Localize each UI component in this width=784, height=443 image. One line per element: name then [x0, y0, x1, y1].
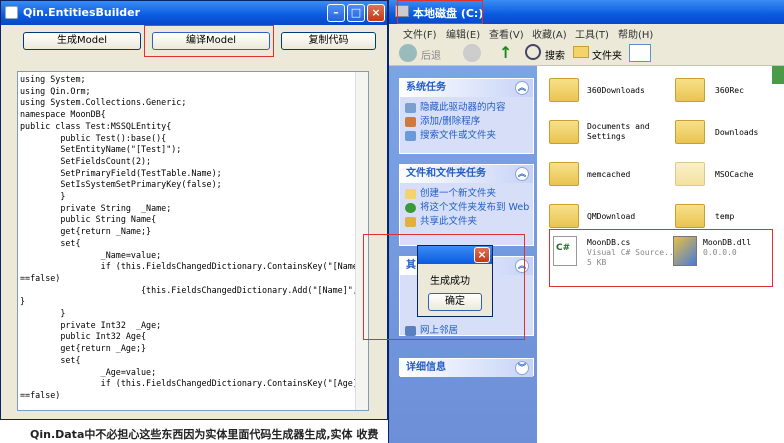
- programs-icon: [405, 117, 416, 127]
- code-line: get{return _Age;}: [20, 343, 147, 354]
- generate-model-button[interactable]: 生成Model: [23, 32, 141, 50]
- caption-text-strip: Qin.Data中不必担心这些东西因为实体里面代码生成器生成,实体 收费: [0, 420, 388, 443]
- builder-title-bar[interactable]: Qin.EntitiesBuilder – □ ×: [1, 1, 387, 25]
- search-files-link[interactable]: 搜索文件或文件夹: [400, 130, 533, 142]
- search-label[interactable]: 搜索: [545, 47, 565, 62]
- share-folder-link[interactable]: 共享此文件夹: [400, 216, 533, 228]
- menu-file[interactable]: 文件(F): [403, 26, 437, 41]
- dialog-message: 生成成功: [430, 276, 470, 287]
- highlight-box: [144, 25, 274, 57]
- publish-web-link[interactable]: 将这个文件夹发布到 Web: [400, 202, 533, 214]
- share-icon: [405, 217, 416, 227]
- code-line: SetPrimaryField(TestTable.Name);: [20, 167, 222, 178]
- ok-button[interactable]: 确定: [428, 293, 482, 311]
- dialog-close-icon[interactable]: ×: [474, 247, 490, 263]
- code-line: SetEntityName("[Test]");: [20, 144, 182, 155]
- menu-help[interactable]: 帮助(H): [618, 26, 653, 41]
- title-highlight-box: [397, 0, 483, 24]
- code-line: namespace MoonDB{: [20, 109, 106, 120]
- folder-icon: [549, 120, 579, 144]
- hide-drive-link[interactable]: 隐藏此驱动器的内容: [400, 102, 533, 114]
- folders-icon[interactable]: [573, 46, 589, 58]
- code-line: using System.Collections.Generic;: [20, 97, 187, 108]
- menu-tools[interactable]: 工具(T): [575, 26, 609, 41]
- close-icon[interactable]: ×: [367, 4, 385, 22]
- back-arrow-icon[interactable]: [399, 44, 417, 62]
- code-line: set{: [20, 237, 81, 248]
- code-line: }: [20, 308, 66, 319]
- code-line: _Age=value;: [20, 366, 157, 377]
- dll-file-icon: [673, 236, 697, 266]
- file-tasks-header[interactable]: 文件和文件夹任务 ︽: [400, 165, 533, 183]
- collapse-icon[interactable]: ︽: [515, 81, 529, 95]
- folder-icon: [675, 204, 705, 228]
- globe-icon: [405, 203, 416, 213]
- code-line: SetIsSystemSetPrimaryKey(false);: [20, 179, 222, 190]
- explorer-window: 本地磁盘 (C:) 文件(F) 编辑(E) 查看(V) 收藏(A) 工具(T) …: [363, 0, 784, 443]
- toolbar: 后退 ↑ 搜索 文件夹: [389, 40, 784, 66]
- add-remove-link[interactable]: 添加/删除程序: [400, 116, 533, 128]
- code-line: if (this.FieldsChangedDictionary.Contain…: [20, 261, 369, 272]
- new-folder-icon: [405, 189, 416, 199]
- code-line: ==false): [20, 272, 61, 283]
- search-icon: [405, 131, 416, 141]
- side-tab-icon[interactable]: [772, 66, 784, 84]
- file-list: 360Downloads 360Rec Documents and Settin…: [539, 66, 784, 443]
- copy-code-button[interactable]: 复制代码: [281, 32, 376, 50]
- views-icon[interactable]: [629, 44, 651, 62]
- system-tasks-header[interactable]: 系统任务 ︽: [400, 79, 533, 97]
- search-icon[interactable]: [525, 44, 541, 60]
- menu-edit[interactable]: 编辑(E): [446, 26, 480, 41]
- code-line: {this.FieldsChangedDictionary.Add("[Name…: [20, 284, 369, 295]
- code-line: SetFieldsCount(2);: [20, 155, 152, 166]
- menu-view[interactable]: 查看(V): [489, 26, 524, 41]
- folder-icon: [549, 162, 579, 186]
- back-label[interactable]: 后退: [421, 47, 441, 62]
- minimize-icon[interactable]: –: [327, 4, 345, 22]
- code-line: ==false): [20, 389, 61, 400]
- folder-icon: [549, 204, 579, 228]
- folder-icon: [675, 120, 705, 144]
- code-line: private Int32 _Age;: [20, 319, 162, 330]
- collapse-icon[interactable]: ︽: [515, 167, 529, 181]
- code-line: using Qin.Orm;: [20, 85, 91, 96]
- code-line: }: [20, 191, 66, 202]
- details-panel: 详细信息 ︾: [399, 358, 534, 377]
- code-line: public String Name{: [20, 214, 157, 225]
- folders-label[interactable]: 文件夹: [592, 47, 622, 62]
- code-line: _Name=value;: [20, 249, 162, 260]
- code-line: get{return _Name;}: [20, 226, 152, 237]
- hide-icon: [405, 103, 416, 113]
- maximize-icon[interactable]: □: [347, 4, 365, 22]
- dialog-title-bar[interactable]: ×: [418, 246, 492, 264]
- code-line: public Int32 Age{: [20, 331, 147, 342]
- code-textarea[interactable]: using System; using Qin.Orm; using System.…: [17, 71, 369, 411]
- code-line: set{: [20, 354, 81, 365]
- new-folder-link[interactable]: 创建一个新文件夹: [400, 188, 533, 200]
- details-header[interactable]: 详细信息 ︾: [400, 359, 533, 377]
- code-line: public Test():base(){: [20, 132, 167, 143]
- folder-icon: [675, 78, 705, 102]
- menu-favorites[interactable]: 收藏(A): [532, 26, 567, 41]
- csharp-file-icon: C#: [553, 236, 577, 266]
- code-line: public class Test:MSSQLEntity{: [20, 120, 172, 131]
- success-dialog: × 生成成功 确定: [417, 245, 493, 317]
- code-line: using System;: [20, 74, 86, 84]
- menu-bar: 文件(F) 编辑(E) 查看(V) 收藏(A) 工具(T) 帮助(H): [389, 24, 784, 41]
- expand-icon[interactable]: ︾: [515, 361, 529, 375]
- code-line: private String _Name;: [20, 202, 172, 213]
- folder-icon: [675, 162, 705, 186]
- code-line: if (this.FieldsChangedDictionary.Contain…: [20, 378, 368, 389]
- up-folder-icon[interactable]: ↑: [499, 43, 517, 63]
- app-icon: [5, 6, 18, 19]
- builder-title: Qin.EntitiesBuilder: [23, 6, 141, 19]
- caption-text: Qin.Data中不必担心这些东西因为实体里面代码生成器生成,实体 收费: [30, 428, 379, 441]
- forward-arrow-icon[interactable]: [463, 44, 481, 62]
- code-line: }: [20, 296, 26, 307]
- entities-builder-window: Qin.EntitiesBuilder – □ × 生成Model 编译Mode…: [0, 0, 388, 420]
- folder-icon: [549, 78, 579, 102]
- system-tasks-panel: 系统任务 ︽ 隐藏此驱动器的内容 添加/删除程序 搜索文件或文件夹: [399, 78, 534, 154]
